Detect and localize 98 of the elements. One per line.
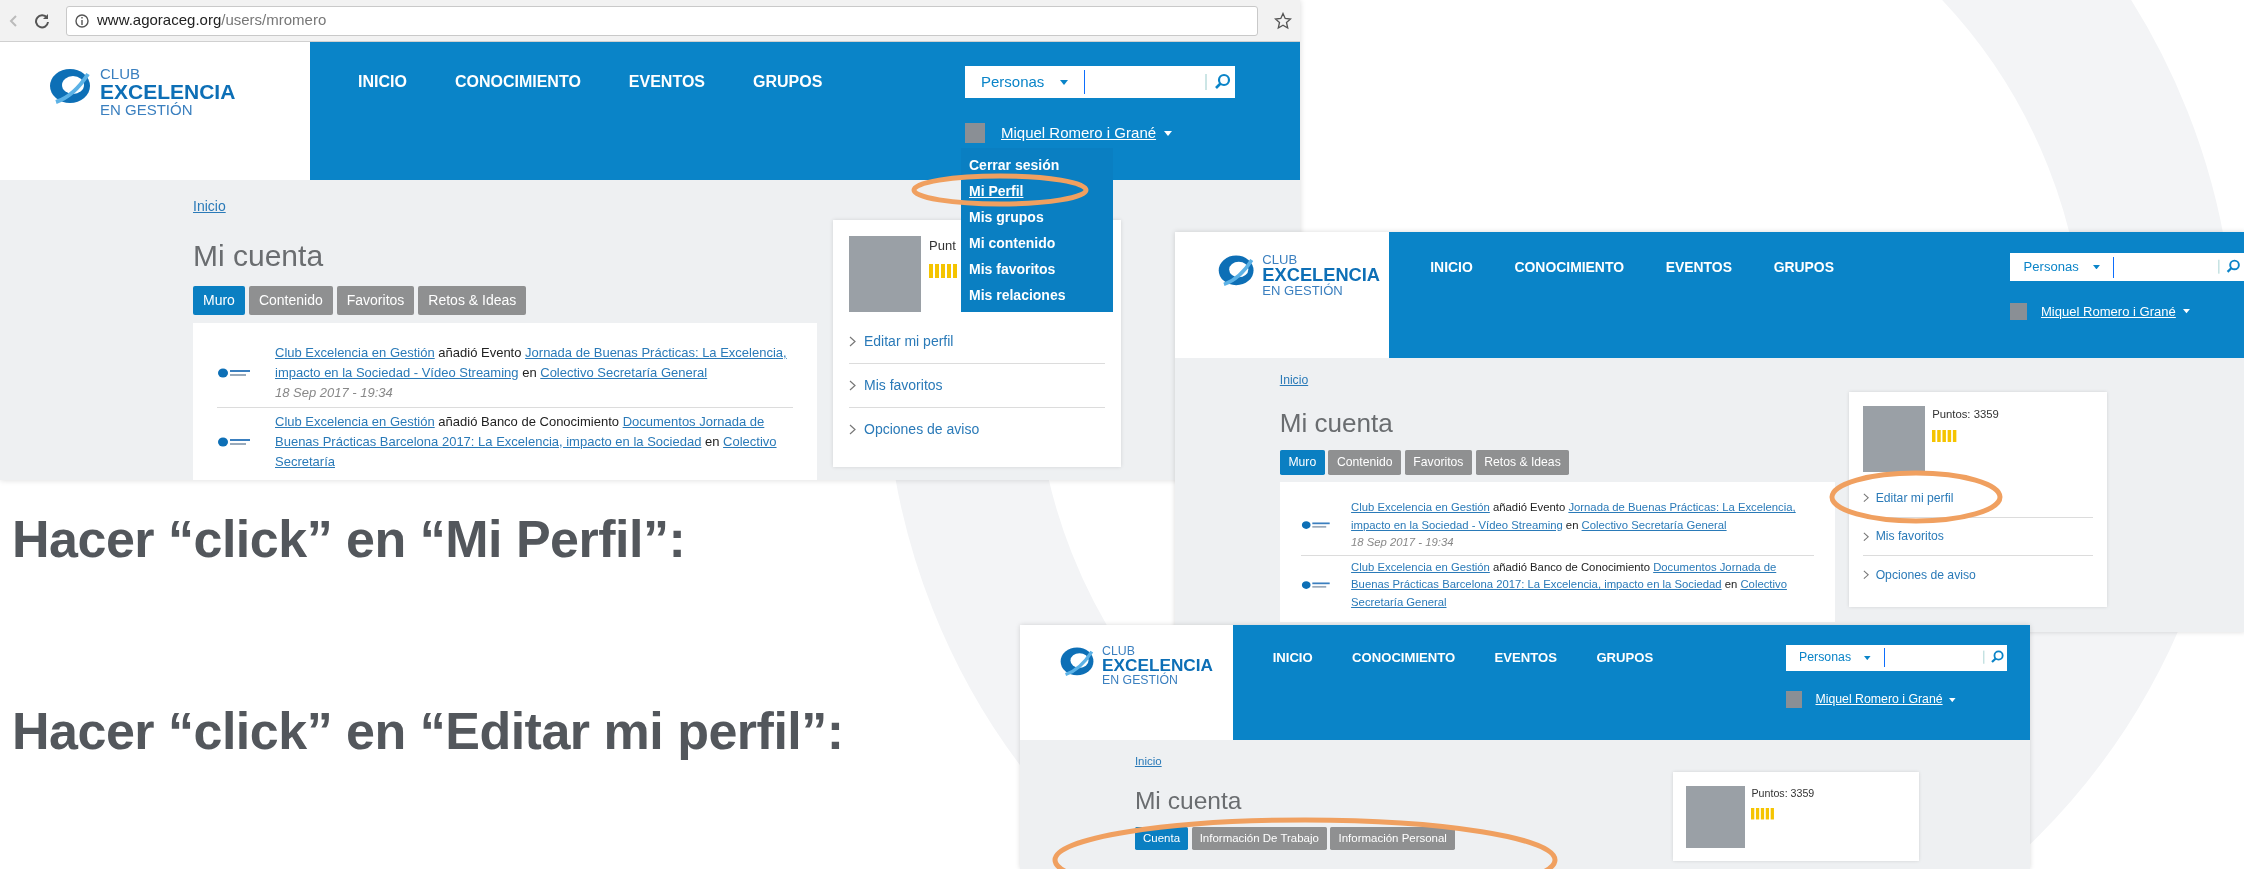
menu-item[interactable]: Mi contenido [969, 230, 1105, 256]
logo-text: EXCELENCIA [1102, 656, 1213, 674]
tab[interactable]: Contenido [1328, 449, 1402, 475]
activity-date: 18 Sep 2017 - 19:34 [275, 384, 394, 402]
activity-text: Club Excelencia en Gestión añadió Evento Jornada de Buenas Prácticas: La Excelencia, impacto en la Sociedad - Vídeo Streaming en Colectivo Secretaría General [1351, 500, 1797, 533]
nav-link[interactable]: GRUPOS [753, 70, 823, 94]
nav-link[interactable]: CONOCIMIENTO [1514, 256, 1624, 278]
nav-link[interactable]: EVENTOS [628, 70, 705, 94]
menu-item[interactable]: Mis favoritos [969, 256, 1105, 282]
profile-link[interactable]: Editar mi perfil [864, 331, 954, 352]
tab[interactable]: Muro [193, 286, 245, 315]
caret-icon [1949, 697, 1956, 702]
instruction-text: Hacer “click” en “Mi Perfil”: [12, 509, 686, 570]
rank-bars-icon [1932, 430, 1957, 443]
user-menu-toggle[interactable]: Miquel Romero i Grané [2041, 301, 2190, 322]
caret-icon [1864, 655, 1871, 660]
logo-swirl-icon [48, 66, 92, 106]
nav-link[interactable]: GRUPOS [1596, 647, 1654, 668]
tab[interactable]: Retos & Ideas [1475, 449, 1570, 475]
user-menu-toggle[interactable]: Miquel Romero i Grané [1815, 690, 1956, 709]
nav-link[interactable]: CONOCIMIENTO [454, 70, 581, 94]
caret-icon [1060, 79, 1069, 85]
star-icon [1274, 11, 1292, 30]
page-title: Mi cuenta [1134, 786, 1243, 817]
logo-swirl-icon [1217, 253, 1256, 288]
url-text[interactable]: www.agoraceg.org/users/mromero [97, 9, 327, 32]
avatar-placeholder [1785, 691, 1803, 708]
tab[interactable]: Favoritos [1404, 449, 1473, 475]
logo-swirl-icon [1059, 644, 1096, 678]
tab[interactable]: Retos & Ideas [418, 286, 527, 315]
profile-photo-placeholder [1862, 406, 1926, 473]
profile-photo-placeholder [1685, 785, 1745, 848]
points-label: Puntos: 3359 [1751, 785, 1815, 801]
caret-icon [2182, 309, 2190, 314]
chevron-icon [849, 424, 856, 435]
caret-icon [2092, 264, 2100, 270]
activity-text: Club Excelencia en Gestión añadió Evento Jornada de Buenas Prácticas: La Excelencia, impacto en la Sociedad - Vídeo Streaming en Colectivo Secretaría General [275, 344, 788, 382]
tab[interactable]: Muro [1279, 449, 1325, 475]
activity-date: 18 Sep 2017 - 19:34 [1351, 535, 1455, 551]
logo-text: CLUB [100, 66, 141, 81]
logo-thumbnail-icon [1300, 519, 1331, 532]
logo-text: EN GESTIÓN [1262, 284, 1344, 298]
menu-item[interactable]: Mi Perfil [969, 178, 1105, 204]
profile-link[interactable]: Mis favoritos [864, 375, 943, 396]
address-bar[interactable]: www.agoraceg.org/users/mromero [66, 5, 1258, 36]
search-field[interactable]: Personas [2009, 253, 2244, 281]
profile-link[interactable]: Opciones de aviso [864, 419, 980, 440]
chevron-icon [1862, 570, 1869, 580]
breadcrumb-link[interactable]: Inicio [1134, 752, 1660, 770]
profile-link[interactable]: Editar mi perfil [1875, 488, 1954, 508]
logo-thumbnail-icon [1300, 579, 1331, 592]
nav-link[interactable]: EVENTOS [1494, 647, 1557, 668]
profile-link[interactable]: Mis favoritos [1875, 527, 1944, 546]
nav-link[interactable]: CONOCIMIENTO [1352, 647, 1456, 668]
instruction-text: Hacer “click” en “Editar mi perfil”: [12, 701, 844, 762]
nav-link[interactable]: INICIO [1430, 256, 1473, 278]
scope-label[interactable]: Personas [1799, 648, 1852, 667]
logo-text: EXCELENCIA [100, 81, 236, 102]
menu-item[interactable]: Mis grupos [969, 204, 1105, 230]
scope-label[interactable]: Personas [981, 70, 1045, 94]
points-label: Punt [929, 237, 957, 255]
search-field[interactable]: Personas [1785, 644, 2008, 671]
nav-link[interactable]: INICIO [358, 70, 407, 94]
chevron-icon [1862, 531, 1869, 542]
reload-icon [34, 12, 50, 29]
tab[interactable]: Información De Trabajo [1191, 826, 1328, 851]
logo-text: CLUB [1262, 253, 1299, 267]
tab[interactable]: Favoritos [336, 286, 415, 315]
avatar-placeholder [965, 123, 985, 144]
user-menu-toggle[interactable]: Miquel Romero i Grané [1001, 122, 1173, 145]
logo-text: CLUB [1102, 644, 1136, 657]
search-field[interactable]: Personas [965, 66, 1235, 98]
activity-text: Club Excelencia en Gestión añadió Banco de Conocimiento Documentos Jornada de Buenas Prácticas Barcelona 2017: La Excelencia, impacto en la Sociedad en Colectivo Secretaría General [1351, 560, 1788, 610]
activity-text: Club Excelencia en Gestión añadió Banco de Conocimiento Documentos Jornada de Buenas Prácticas Barcelona 2017: La Excelencia, impacto en la Sociedad en Colectivo Secretaría [275, 412, 778, 471]
chevron-icon [849, 380, 856, 391]
points-label: Puntos: 3359 [1932, 407, 1999, 423]
breadcrumb-link[interactable]: Inicio [1279, 371, 1835, 390]
scope-label[interactable]: Personas [2023, 257, 2079, 277]
tab[interactable]: Contenido [248, 286, 333, 315]
logo-text: EN GESTIÓN [100, 102, 194, 117]
tab[interactable]: Información Personal [1330, 826, 1456, 851]
breadcrumb-link[interactable]: Inicio [193, 196, 817, 217]
chevron-icon [849, 336, 856, 347]
caret-icon [1164, 130, 1173, 136]
page-title: Mi cuenta [193, 238, 325, 274]
page-title: Mi cuenta [1279, 406, 1394, 440]
chevron-icon [1862, 493, 1869, 503]
menu-item[interactable]: Mis relaciones [969, 282, 1105, 308]
logo-text: EN GESTIÓN [1102, 674, 1178, 687]
profile-link[interactable]: Opciones de aviso [1875, 565, 1976, 584]
nav-link[interactable]: GRUPOS [1773, 256, 1834, 278]
rank-bars-icon [1751, 808, 1775, 820]
nav-link[interactable]: EVENTOS [1665, 256, 1732, 278]
nav-link[interactable]: INICIO [1272, 647, 1313, 668]
rank-bars-icon [929, 263, 957, 278]
menu-item[interactable]: Cerrar sesión [969, 152, 1105, 178]
avatar-placeholder [2009, 302, 2028, 321]
info-icon [75, 13, 89, 28]
